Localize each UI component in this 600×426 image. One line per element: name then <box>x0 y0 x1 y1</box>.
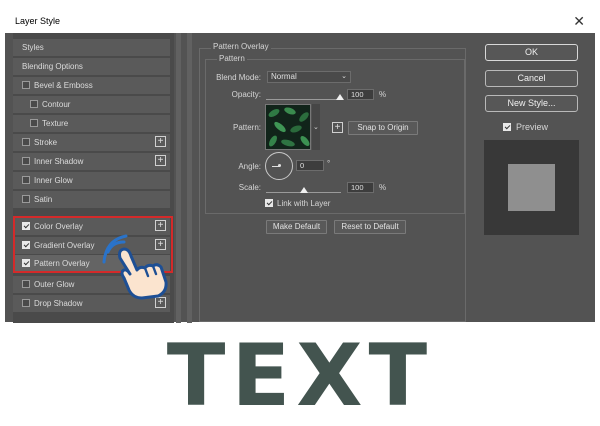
dialog-title: Layer Style <box>15 16 61 26</box>
section-title: Pattern Overlay <box>211 42 271 51</box>
inner-glow-item[interactable]: Inner Glow <box>13 172 170 189</box>
bevel-emboss-item[interactable]: Bevel & Emboss <box>13 77 170 94</box>
sample-text: TEXT <box>166 326 434 426</box>
contour-checkbox[interactable] <box>30 100 38 108</box>
close-icon[interactable]: ✕ <box>573 13 585 30</box>
add-stroke-button[interactable]: + <box>155 136 166 147</box>
preview-checkbox[interactable] <box>503 123 511 131</box>
cancel-button[interactable]: Cancel <box>485 70 578 87</box>
opacity-slider-thumb[interactable] <box>336 94 344 100</box>
item-label: Stroke <box>34 138 58 147</box>
texture-item[interactable]: Texture <box>13 115 170 132</box>
scale-label: Scale: <box>238 183 261 192</box>
item-label: Drop Shadow <box>34 299 83 308</box>
blending-options-item[interactable]: Blending Options <box>13 58 170 75</box>
opacity-slider-track[interactable] <box>266 99 341 100</box>
pointing-hand-icon <box>100 232 172 300</box>
reset-to-default-button[interactable]: Reset to Default <box>334 220 406 234</box>
styles-item[interactable]: Styles <box>13 39 170 56</box>
stroke-checkbox[interactable] <box>22 138 30 146</box>
pattern-swatch[interactable] <box>265 104 311 150</box>
title-bar: Layer Style ✕ <box>5 9 595 33</box>
scale-field[interactable]: 100 <box>347 182 374 193</box>
chevron-down-icon: ⌄ <box>341 73 347 80</box>
item-label: Outer Glow <box>34 280 75 289</box>
opacity-field[interactable]: 100 <box>347 89 374 100</box>
blend-mode-value: Normal <box>271 72 297 81</box>
angle-dial[interactable] <box>265 152 293 180</box>
inner-glow-checkbox[interactable] <box>22 176 30 184</box>
foliage-pattern-icon <box>268 107 310 147</box>
angle-unit: ° <box>327 159 331 168</box>
outer-glow-checkbox[interactable] <box>22 280 30 288</box>
snap-to-origin-button[interactable]: Snap to Origin <box>348 121 418 135</box>
make-default-button[interactable]: Make Default <box>266 220 327 234</box>
angle-center-dot <box>278 164 281 167</box>
item-label: Texture <box>42 119 69 128</box>
stroke-item[interactable]: Stroke + <box>13 134 170 151</box>
divider <box>187 33 192 323</box>
inner-shadow-checkbox[interactable] <box>22 157 30 165</box>
preview-swatch <box>508 164 555 211</box>
item-label: Bevel & Emboss <box>34 81 93 90</box>
blend-mode-select[interactable]: Normal ⌄ <box>267 71 351 83</box>
group-title: Pattern <box>217 54 247 63</box>
link-with-layer-checkbox[interactable] <box>265 199 273 207</box>
chevron-down-icon[interactable]: ⌄ <box>313 123 319 131</box>
angle-label: Angle: <box>238 162 261 171</box>
item-label: Inner Shadow <box>34 157 84 166</box>
drop-shadow-checkbox[interactable] <box>22 299 30 307</box>
item-label: Contour <box>42 100 71 109</box>
new-style-button[interactable]: New Style... <box>485 95 578 112</box>
opacity-label: Opacity: <box>231 90 261 99</box>
preview-label: Preview <box>516 122 549 132</box>
pattern-label: Pattern: <box>232 123 261 132</box>
inner-shadow-item[interactable]: Inner Shadow + <box>13 153 170 170</box>
satin-item[interactable]: Satin <box>13 191 170 208</box>
add-inner-shadow-button[interactable]: + <box>155 155 166 166</box>
item-label: Blending Options <box>22 62 83 71</box>
scale-unit: % <box>379 183 387 192</box>
angle-field[interactable]: 0 <box>296 160 324 171</box>
satin-checkbox[interactable] <box>22 195 30 203</box>
texture-checkbox[interactable] <box>30 119 38 127</box>
ok-button[interactable]: OK <box>485 44 578 61</box>
item-label: Inner Glow <box>34 176 73 185</box>
preview-box <box>484 140 579 235</box>
link-with-layer-label: Link with Layer <box>277 199 331 208</box>
bevel-emboss-checkbox[interactable] <box>22 81 30 89</box>
contour-item[interactable]: Contour <box>13 96 170 113</box>
scale-slider-thumb[interactable] <box>300 187 308 193</box>
item-label: Styles <box>22 43 44 52</box>
divider <box>176 33 181 323</box>
item-label: Satin <box>34 195 53 204</box>
blend-mode-label: Blend Mode: <box>216 73 261 82</box>
new-preset-button[interactable]: + <box>332 122 343 133</box>
opacity-unit: % <box>379 90 387 99</box>
